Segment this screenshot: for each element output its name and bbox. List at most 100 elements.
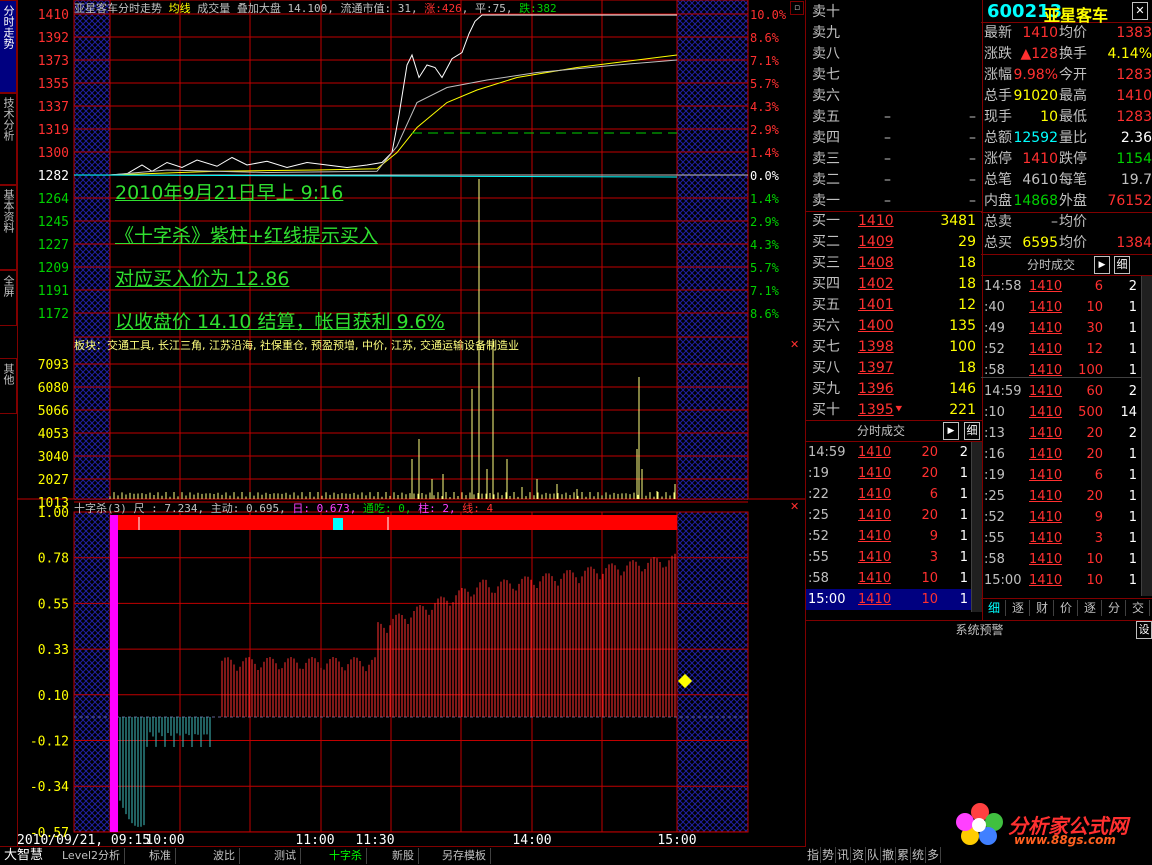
bottom-right-tab[interactable]: 指 bbox=[806, 847, 821, 863]
tab-other[interactable]: 其他 bbox=[0, 358, 17, 414]
price-tick-label: 1300 bbox=[38, 146, 69, 161]
left-tab-bar: 分时走势 技术分析 基本资料 全屏 其他 bbox=[0, 0, 18, 846]
tick-price: 1410 bbox=[1029, 405, 1063, 420]
indicator-tick-label: 0.10 bbox=[38, 689, 69, 704]
tab-fundamentals[interactable]: 基本资料 bbox=[0, 184, 17, 270]
app-name: 大智慧 bbox=[4, 848, 44, 863]
bottom-right-tab[interactable]: 讯 bbox=[836, 847, 851, 863]
indicator-bars bbox=[74, 515, 748, 832]
tick-volume: 12 bbox=[1086, 342, 1103, 357]
quote-label: 总手 bbox=[984, 88, 1012, 104]
tick-volume: 10 bbox=[921, 571, 938, 586]
close-icon[interactable]: ✕ bbox=[790, 500, 799, 513]
tong-value: 0, bbox=[398, 502, 412, 515]
pct-tick-label: 1.4% bbox=[750, 146, 780, 160]
quote-value: 91020 bbox=[1013, 88, 1058, 104]
tick-row: :58 1410 10 1 bbox=[981, 549, 1141, 570]
hatch-area bbox=[74, 0, 110, 500]
subtab-3[interactable]: 价 bbox=[1055, 600, 1078, 616]
tab-level2[interactable]: Level2分析 bbox=[58, 848, 126, 864]
tab-test[interactable]: 测试 bbox=[270, 848, 301, 864]
pct-tick-label: 0.0% bbox=[750, 169, 780, 183]
subtab-2[interactable]: 财 bbox=[1031, 600, 1054, 616]
alert-settings-button[interactable]: 设 bbox=[1136, 621, 1152, 639]
tick-price: 1410 bbox=[1029, 468, 1063, 483]
signal-cyan-mark bbox=[333, 518, 343, 530]
quote-label: 涨幅 bbox=[984, 67, 1012, 83]
detail-button[interactable]: 细 bbox=[1114, 256, 1130, 274]
sell-level-label: 卖五 bbox=[812, 109, 840, 125]
tick-row: 14:59 1410 60 2 bbox=[981, 381, 1141, 402]
tick-count: 14 bbox=[1120, 405, 1137, 420]
scrollbar[interactable] bbox=[1141, 276, 1152, 596]
buy-row: 买九 1396 146 bbox=[806, 379, 982, 400]
buy-price: 1401 bbox=[858, 297, 894, 313]
bottom-right-tab[interactable]: 累 bbox=[896, 847, 911, 863]
bottom-right-tab[interactable]: 资 bbox=[851, 847, 866, 863]
tick-price: 1410 bbox=[1029, 321, 1063, 336]
close-icon[interactable]: ✕ bbox=[1132, 2, 1148, 20]
price-tick-label: 1264 bbox=[38, 192, 69, 207]
tick-count: 1 bbox=[959, 592, 968, 607]
volume-panel-frame bbox=[73, 336, 749, 500]
line-value: 4 bbox=[486, 502, 494, 515]
bottom-right-tab[interactable]: 队 bbox=[866, 847, 881, 863]
bottom-right-tab[interactable]: 多 bbox=[926, 847, 941, 863]
tick-count: 1 bbox=[1128, 468, 1137, 483]
close-icon[interactable]: ✕ bbox=[790, 338, 799, 351]
subtab-6[interactable]: 交 bbox=[1127, 600, 1150, 616]
tick-count: 1 bbox=[1128, 489, 1137, 504]
buy-row: 买三 1408 18 bbox=[806, 253, 982, 274]
quote-header: 600213 亚星客车 ✕ bbox=[981, 0, 1152, 25]
quote-label: 外盘 bbox=[1059, 193, 1087, 209]
tick-row: :13 1410 20 2 bbox=[981, 423, 1141, 444]
tab-save-template[interactable]: 另存模板 bbox=[438, 848, 491, 864]
detail-button[interactable]: 细 bbox=[964, 422, 980, 440]
down-label: 跌: bbox=[519, 2, 537, 15]
tick-price: 1410 bbox=[858, 529, 892, 544]
subtab-0[interactable]: 细 bbox=[983, 600, 1006, 616]
time-tick-label: 14:00 bbox=[512, 833, 551, 846]
buy-price: 1408 bbox=[858, 255, 894, 271]
sell-level-label: 卖十 bbox=[812, 4, 840, 20]
tick-count: 1 bbox=[959, 571, 968, 586]
overlay-label: 叠加大盘 bbox=[236, 2, 281, 15]
pct-tick-label: 7.1% bbox=[750, 54, 780, 68]
sell-row: 卖五 – – bbox=[806, 107, 982, 128]
tick-time: :16 bbox=[984, 447, 1005, 462]
chart-menu-button[interactable]: ▫ bbox=[790, 1, 804, 15]
price-tick-label: 1282 bbox=[38, 169, 69, 184]
tab-technical[interactable]: 技术分析 bbox=[0, 92, 17, 186]
up-label: 涨: bbox=[424, 2, 442, 15]
play-icon[interactable]: ▶ bbox=[1094, 256, 1110, 274]
tab-fullscreen[interactable]: 全屏 bbox=[0, 270, 17, 326]
quote-value: 1410 bbox=[1022, 25, 1058, 41]
sell-level-label: 卖六 bbox=[812, 88, 840, 104]
price-tick-label: 1209 bbox=[38, 261, 69, 276]
quote-value: 1410 bbox=[1116, 88, 1152, 104]
buy-level-label: 买八 bbox=[812, 360, 840, 376]
sell-vol-dash: – bbox=[969, 151, 976, 167]
subtab-1[interactable]: 逐 bbox=[1007, 600, 1030, 616]
subtab-4[interactable]: 逐 bbox=[1079, 600, 1102, 616]
tab-new-stock[interactable]: 新股 bbox=[388, 848, 419, 864]
sell-row: 卖八 bbox=[806, 44, 982, 65]
pct-tick-label: 4.3% bbox=[750, 238, 780, 252]
bottom-right-tab[interactable]: 撤 bbox=[881, 847, 896, 863]
ticks-title: 分时成交 bbox=[856, 424, 905, 438]
play-icon[interactable]: ▶ bbox=[943, 422, 959, 440]
subtab-5[interactable]: 分 bbox=[1103, 600, 1126, 616]
tab-standard[interactable]: 标准 bbox=[145, 848, 176, 864]
tab-intraday[interactable]: 分时走势 bbox=[0, 0, 17, 94]
intraday-chart[interactable]: 1410 10.0% 1392 8.6% 1373 7.1% 1355 5.7% 1337 4.3… bbox=[17, 0, 805, 846]
quote-label: 最高 bbox=[1059, 88, 1087, 104]
tick-count: 1 bbox=[1128, 573, 1137, 588]
tick-volume: 20 bbox=[1086, 447, 1103, 462]
tick-count: 1 bbox=[959, 487, 968, 502]
tab-shizisha[interactable]: 十字杀 bbox=[325, 848, 367, 864]
tab-label: 全屏 bbox=[2, 275, 15, 297]
quote-label: 每笔 bbox=[1059, 172, 1087, 188]
bottom-right-tab[interactable]: 势 bbox=[821, 847, 836, 863]
bottom-right-tab[interactable]: 统 bbox=[911, 847, 926, 863]
tab-bobi[interactable]: 波比 bbox=[209, 848, 240, 864]
